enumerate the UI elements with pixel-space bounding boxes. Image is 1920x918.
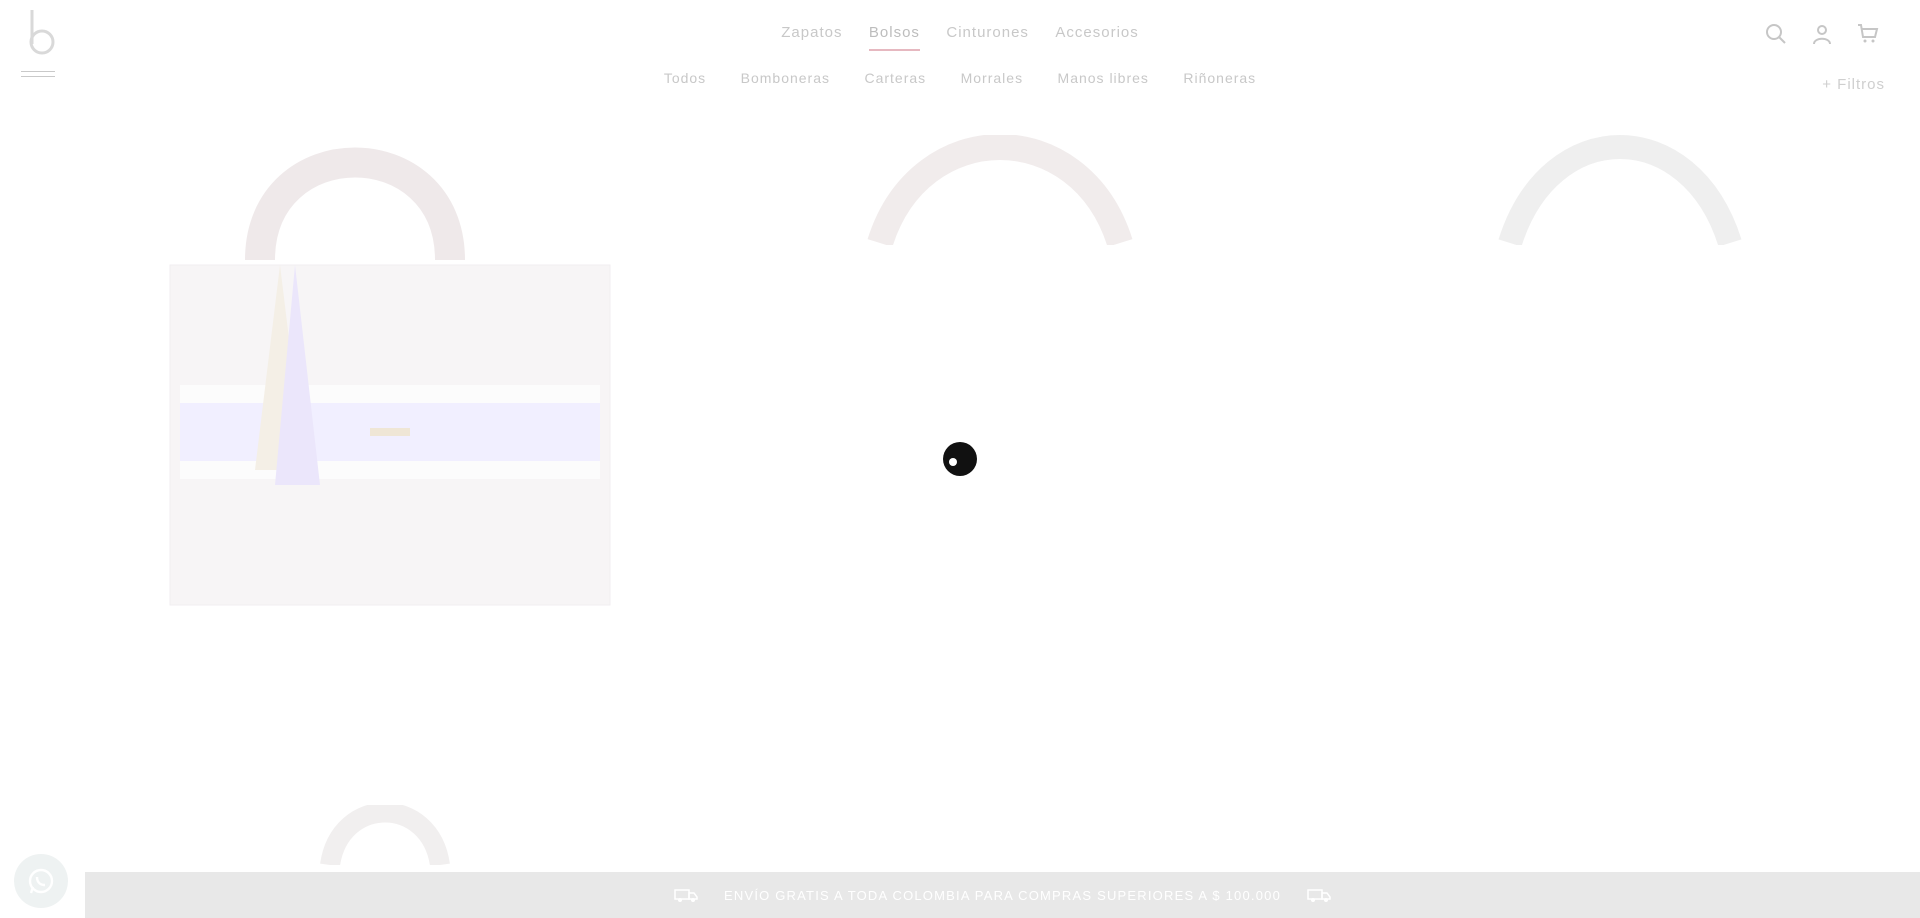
- subnav-rinoneras[interactable]: Riñoneras: [1183, 70, 1256, 86]
- promo-text: ENVÍO GRATIS A TODA COLOMBIA PARA COMPRA…: [723, 887, 1282, 903]
- user-icon[interactable]: [1810, 22, 1834, 46]
- whatsapp-button[interactable]: [14, 854, 68, 908]
- header-icons: [1764, 22, 1880, 46]
- nav-zapatos[interactable]: Zapatos: [781, 24, 842, 49]
- subnav-carteras[interactable]: Carteras: [864, 70, 926, 86]
- nav-bolsos[interactable]: Bolsos: [868, 24, 920, 51]
- nav-cinturones[interactable]: Cinturones: [946, 24, 1029, 49]
- cart-icon[interactable]: [1856, 22, 1880, 46]
- filters-toggle[interactable]: + Filtros: [1822, 76, 1885, 93]
- subnav-todos[interactable]: Todos: [664, 70, 706, 86]
- product-image-bag-handle[interactable]: [320, 805, 450, 865]
- truck-icon: [1307, 889, 1331, 902]
- product-image-tote-bag[interactable]: [160, 140, 620, 610]
- search-icon[interactable]: [1764, 22, 1788, 46]
- nav-accesorios[interactable]: Accesorios: [1055, 24, 1138, 49]
- category-subnav: Todos Bomboneras Carteras Morrales Manos…: [0, 70, 1920, 88]
- subnav-manos-libres[interactable]: Manos libres: [1058, 70, 1149, 86]
- product-image-bag-handle[interactable]: [860, 135, 1140, 245]
- main-nav: Zapatos Bolsos Cinturones Accesorios: [0, 24, 1920, 51]
- truck-icon: [674, 889, 698, 902]
- product-image-bag-handle[interactable]: [1490, 135, 1750, 245]
- loading-spinner-icon: [943, 442, 977, 476]
- whatsapp-icon: [28, 868, 54, 894]
- promo-bar: ENVÍO GRATIS A TODA COLOMBIA PARA COMPRA…: [85, 872, 1920, 918]
- subnav-morrales[interactable]: Morrales: [961, 70, 1023, 86]
- subnav-bomboneras[interactable]: Bomboneras: [741, 70, 830, 86]
